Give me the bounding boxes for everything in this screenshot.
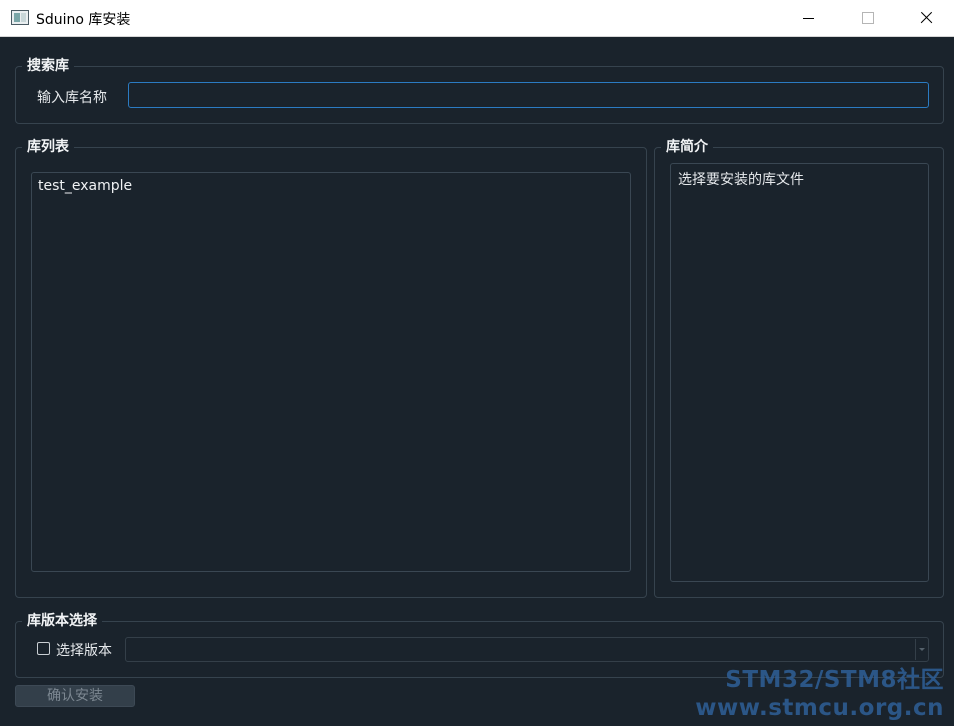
watermark-line2: www.stmcu.org.cn <box>695 695 944 721</box>
watermark: STM32/STM8社区 www.stmcu.org.cn <box>695 666 944 722</box>
list-item[interactable]: test_example <box>38 178 132 194</box>
version-group-title: 库版本选择 <box>22 612 102 630</box>
close-button[interactable] <box>904 0 950 36</box>
maximize-button[interactable] <box>845 0 891 36</box>
minimize-button[interactable] <box>786 0 832 36</box>
version-dropdown[interactable] <box>125 637 929 662</box>
select-version-checkbox[interactable] <box>37 642 50 655</box>
window-title: Sduino 库安装 <box>36 12 131 28</box>
library-intro-title: 库简介 <box>661 138 713 156</box>
search-label: 输入库名称 <box>37 90 107 106</box>
library-list-group: 库列表 test_example <box>15 138 647 598</box>
title-bar: Sduino 库安装 <box>0 0 954 37</box>
search-group-title: 搜索库 <box>22 57 74 75</box>
library-list[interactable]: test_example <box>31 172 631 572</box>
library-intro-group: 库简介 选择要安装的库文件 <box>654 138 944 598</box>
select-version-label[interactable]: 选择版本 <box>56 640 112 660</box>
app-icon <box>11 10 29 25</box>
confirm-install-button[interactable]: 确认安装 <box>15 685 135 707</box>
search-input[interactable] <box>128 82 929 108</box>
watermark-line1: STM32/STM8社区 <box>725 667 944 693</box>
search-group: 搜索库 输入库名称 <box>15 57 944 124</box>
library-intro-text-area[interactable]: 选择要安装的库文件 <box>670 163 929 582</box>
chevron-down-icon[interactable] <box>915 639 927 660</box>
library-intro-text: 选择要安装的库文件 <box>678 172 804 188</box>
library-list-title: 库列表 <box>22 138 74 156</box>
